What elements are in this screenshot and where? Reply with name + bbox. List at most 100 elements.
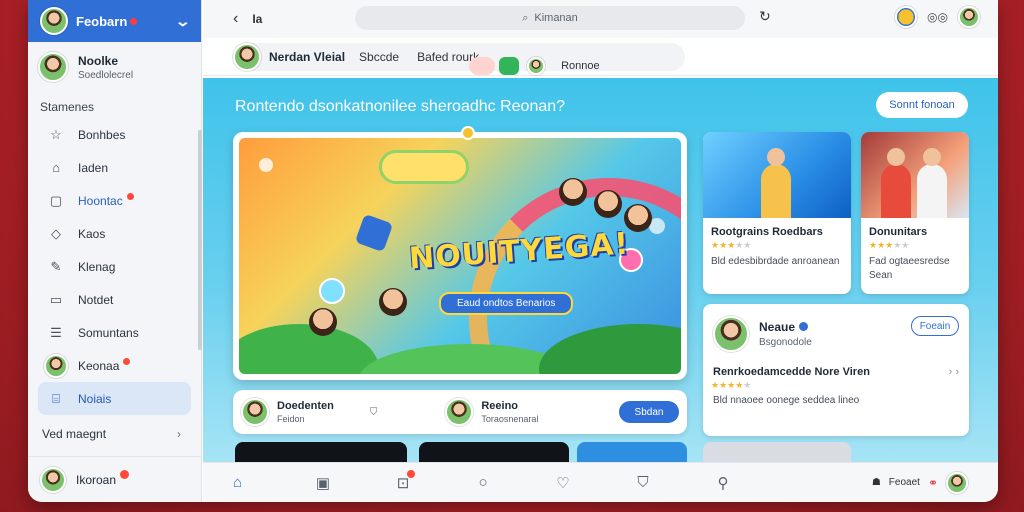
bag-icon[interactable]: ⊡ bbox=[363, 469, 443, 492]
creator-name: Reeino bbox=[481, 400, 519, 412]
arrow-right-icon[interactable]: › › bbox=[949, 366, 959, 378]
link-icon[interactable]: ⚭ bbox=[928, 476, 938, 490]
sidebar-item-label: Somuntans bbox=[78, 325, 139, 340]
sidebar-item-notdet[interactable]: ▭ Notdet bbox=[38, 283, 191, 316]
note-icon: ▭ bbox=[49, 291, 63, 307]
top-right-actions: ◎◎ bbox=[895, 6, 980, 28]
diamond-icon: ◇ bbox=[51, 225, 61, 241]
shield-icon[interactable]: ⛉ bbox=[370, 407, 378, 418]
hill-shape bbox=[239, 324, 379, 374]
bubble bbox=[259, 158, 273, 172]
profile-subtitle: Soedlolecrel bbox=[78, 69, 134, 81]
chevron-down-icon[interactable]: ⌄ bbox=[175, 13, 191, 30]
sidebar-item-klenag[interactable]: ✎ Klenag bbox=[38, 250, 191, 283]
character bbox=[309, 308, 337, 336]
search-icon[interactable]: ○ bbox=[443, 474, 523, 491]
chevron-right-icon: › bbox=[177, 427, 181, 441]
sidebar-item-kaos[interactable]: ◇ Kaos bbox=[38, 217, 191, 250]
tab-sbccde[interactable]: Sbccde bbox=[359, 50, 399, 64]
video-thumbnail-peek[interactable] bbox=[703, 442, 851, 462]
video-thumbnail-peek[interactable] bbox=[577, 442, 687, 462]
profile-name: Noolke bbox=[78, 53, 119, 68]
header-action-button[interactable]: Sonnt fonoan bbox=[876, 92, 968, 118]
character bbox=[624, 204, 652, 232]
creator-item[interactable]: Reeino Toraosnenaral bbox=[445, 398, 538, 426]
profile-card[interactable]: Neaue Bsgonodole Foeain Renrkoedamcedde … bbox=[703, 304, 969, 436]
avatar bbox=[445, 398, 474, 426]
creator-item[interactable]: Doedenten Feidon bbox=[241, 398, 334, 426]
page-title: Rontendo dsonkatnonilee sheroadhc Reonan… bbox=[235, 98, 566, 115]
avatar[interactable] bbox=[946, 471, 968, 494]
sidebar-header[interactable]: Feobarn ⌄ bbox=[28, 0, 201, 42]
creator-name: Doedenten bbox=[277, 400, 334, 412]
character bbox=[559, 178, 587, 206]
list-icon: ☰ bbox=[50, 324, 62, 340]
video-thumbnail-peek[interactable] bbox=[419, 442, 569, 462]
home-icon[interactable]: ⌂ bbox=[233, 474, 283, 491]
glasses-icon[interactable]: ◎◎ bbox=[927, 10, 948, 24]
profile-avatar bbox=[38, 52, 68, 82]
avatar bbox=[44, 353, 68, 378]
bookmark-icon: ▢ bbox=[49, 192, 63, 208]
notification-badge bbox=[126, 193, 134, 200]
sidebar-item-iaden[interactable]: ⌂ Iaden bbox=[38, 151, 191, 184]
breadcrumb[interactable]: Ia bbox=[252, 12, 262, 26]
sidebar-item-label: Klenag bbox=[78, 259, 116, 274]
inbox-icon: ⌸ bbox=[52, 390, 60, 406]
sidebar-item-label: Kaos bbox=[78, 226, 106, 241]
sidebar-item-label: Notdet bbox=[78, 292, 114, 307]
video-card[interactable]: Rootgrains Roedbars ★★★★★ Bld edesbibrda… bbox=[703, 132, 851, 294]
avatar bbox=[713, 316, 749, 352]
back-arrow-icon[interactable]: ‹ bbox=[233, 10, 238, 28]
account-avatar[interactable] bbox=[40, 7, 68, 35]
status-chip[interactable] bbox=[469, 56, 496, 75]
sidebar-item-somuntans[interactable]: ☰ Somuntans bbox=[38, 316, 191, 349]
rating-stars: ★★★★★ bbox=[869, 240, 910, 250]
character bbox=[761, 148, 791, 218]
search-input[interactable]: ⌕ Kimanan bbox=[355, 6, 745, 30]
character bbox=[594, 190, 622, 218]
subbar-user[interactable]: Ronnoe bbox=[469, 56, 600, 75]
gem-shape bbox=[354, 213, 394, 253]
sidebar-item-keonaa[interactable]: Keonaa bbox=[38, 349, 191, 382]
sidebar-item-hoontac[interactable]: ▢ Hoontac bbox=[38, 184, 191, 217]
video-thumbnail-peek[interactable] bbox=[235, 442, 407, 462]
channel-avatar[interactable] bbox=[233, 42, 261, 71]
follow-button[interactable]: Foeain bbox=[911, 316, 959, 336]
reload-icon[interactable]: ↻ bbox=[759, 8, 771, 25]
subscribe-button[interactable]: Sbdan bbox=[619, 401, 679, 423]
hero-subtitle[interactable]: Eaud ondtos Benarios bbox=[439, 292, 574, 315]
sidebar-header-title: Feobarn bbox=[76, 13, 128, 29]
avatar bbox=[241, 398, 269, 426]
heart-icon[interactable]: ♡ bbox=[523, 474, 603, 492]
profile-card-description: Bld nnaoee oonege seddea lineo bbox=[713, 395, 860, 406]
shield-icon[interactable]: ⛉ bbox=[603, 474, 683, 491]
card-title: Donunitars bbox=[869, 226, 928, 238]
card-title: Rootgrains Roedbars bbox=[711, 226, 823, 238]
sidebar-more[interactable]: Ved maegnt › bbox=[28, 419, 201, 449]
user-avatar[interactable] bbox=[958, 6, 980, 28]
hero-card[interactable]: NOUITYEGA! Eaud ondtos Benarios bbox=[233, 126, 687, 380]
sidebar-item-noiais[interactable]: ⌸ Noiais bbox=[38, 382, 191, 415]
sidebar-more-label: Ved maegnt bbox=[42, 427, 107, 441]
notification-dot bbox=[130, 17, 138, 25]
profile-card-line-title: Renrkoedamcedde Nore Viren bbox=[713, 366, 870, 378]
avatar[interactable] bbox=[895, 6, 918, 28]
library-icon[interactable]: ▣ bbox=[283, 474, 363, 492]
sidebar-profile[interactable]: Noolke Soedlolecrel bbox=[28, 42, 201, 92]
character bbox=[881, 148, 911, 218]
verified-icon bbox=[799, 322, 809, 331]
video-card[interactable]: Donunitars ★★★★★ Fad ogtaeesredse Sean bbox=[861, 132, 969, 294]
person-icon: ☗ bbox=[871, 477, 881, 488]
creator-subtitle: Feidon bbox=[277, 414, 305, 424]
sidebar-item-label: Bonhbes bbox=[78, 127, 126, 142]
sidebar-scrollbar[interactable] bbox=[198, 130, 202, 350]
video-thumbnail bbox=[861, 132, 969, 218]
creator-subtitle: Toraosnenaral bbox=[481, 414, 539, 424]
status-chip-green[interactable] bbox=[499, 56, 520, 75]
sidebar-item-bonhbes[interactable]: ☆ Bonhbes bbox=[38, 118, 191, 151]
bottom-user-area[interactable]: ☗ Feoaet ⚭ bbox=[871, 471, 968, 494]
channel-title[interactable]: Nerdan Vleial bbox=[269, 50, 345, 64]
pin-icon[interactable]: ⚲ bbox=[683, 474, 763, 492]
sidebar-footer-user[interactable]: Ikoroan bbox=[28, 456, 202, 502]
